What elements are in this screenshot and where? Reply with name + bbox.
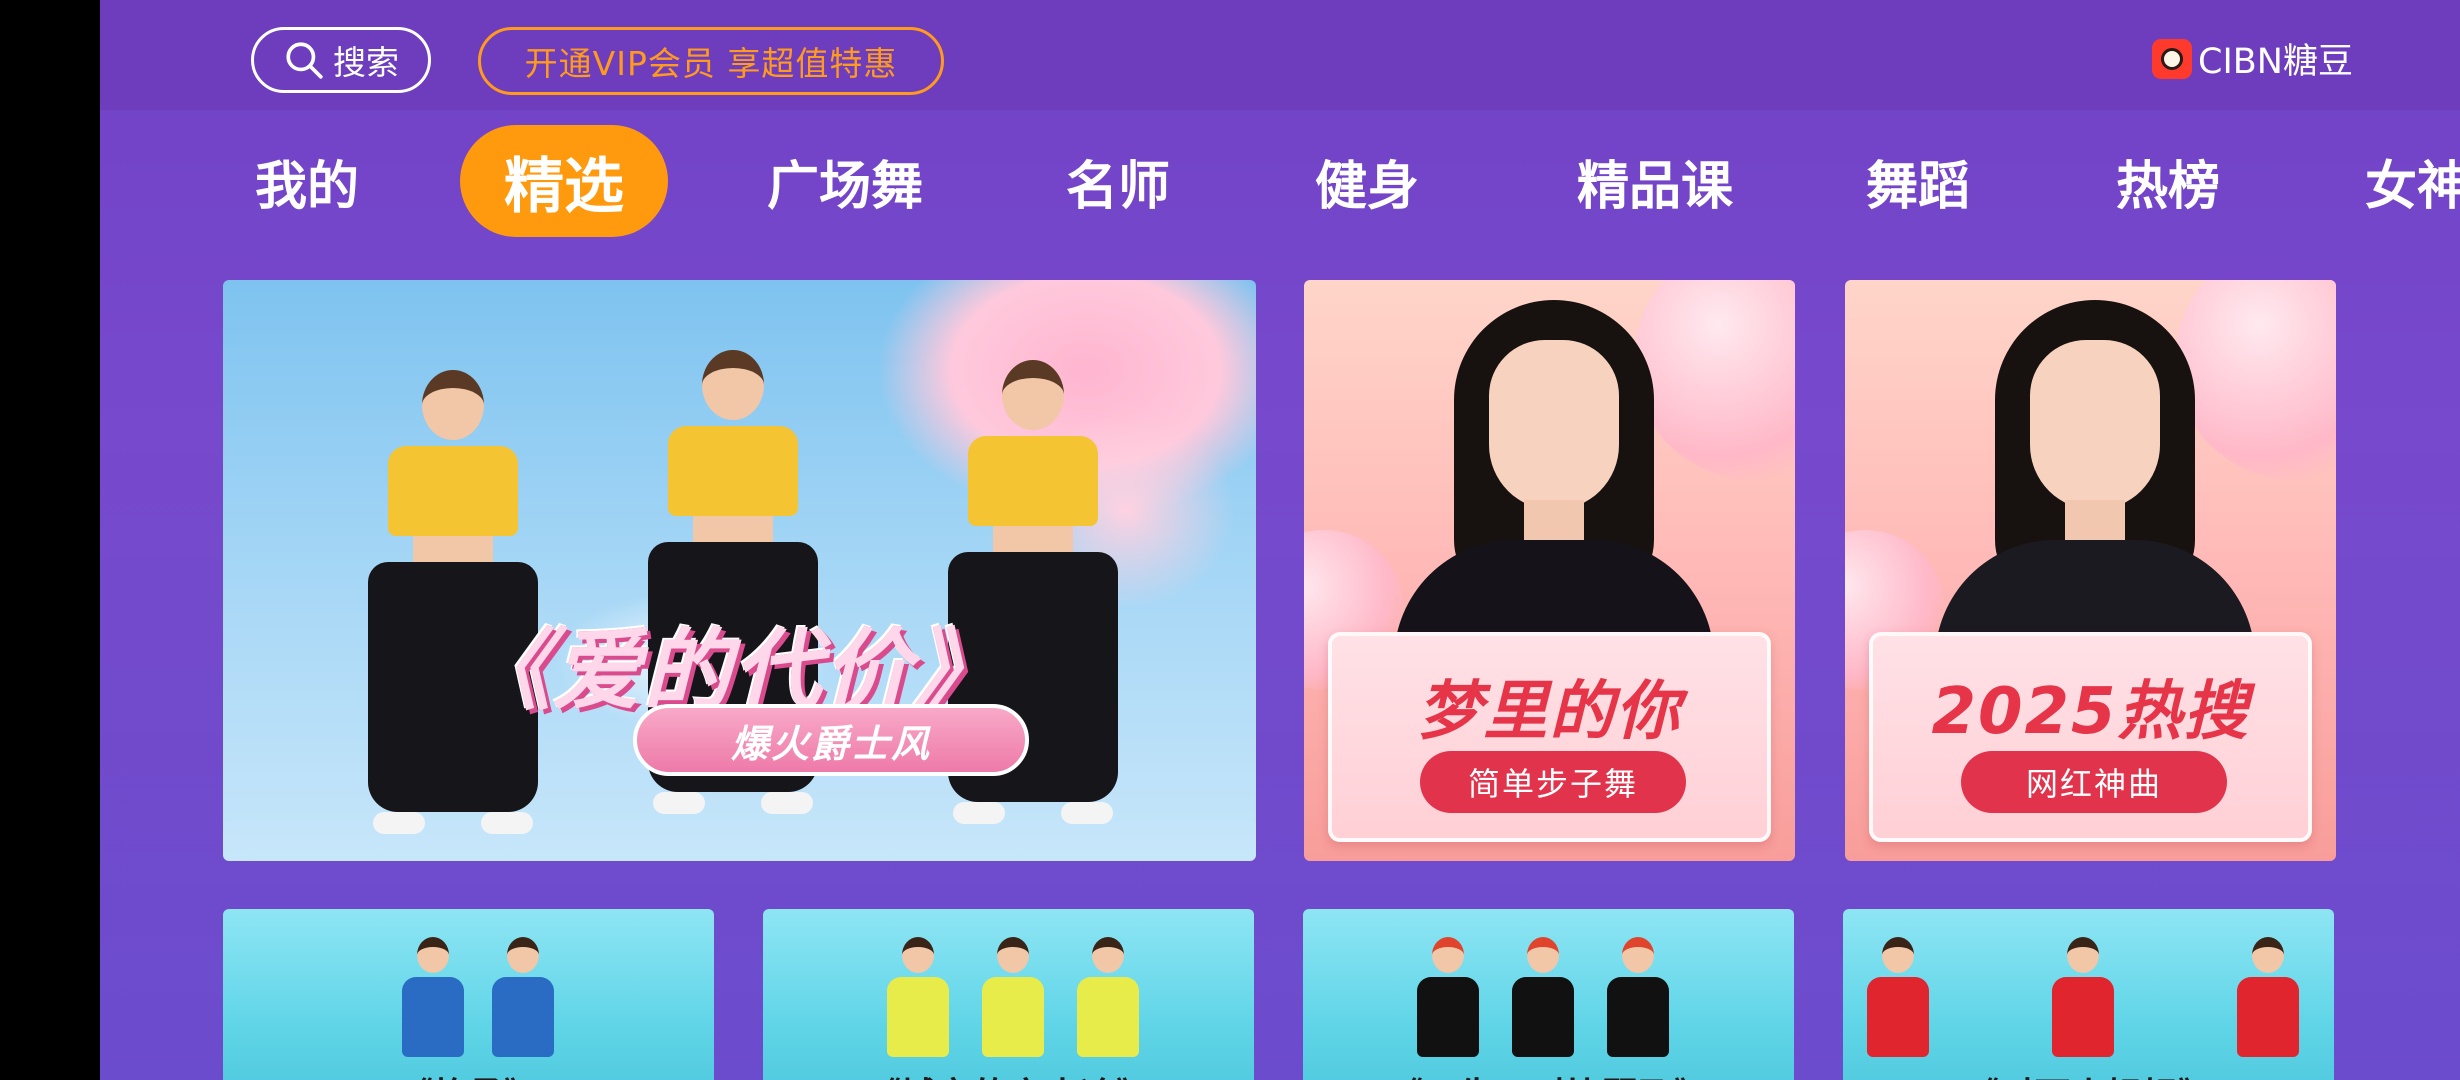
- dancer-figure: [1073, 937, 1143, 1057]
- dancer-figure: [1863, 937, 1933, 1057]
- promo-card[interactable]: 梦里的你 简单步子舞: [1304, 280, 1795, 861]
- hero-tag: 爆火爵士风: [633, 704, 1029, 776]
- thumbnail-title: 《城市的夜太冷》: [763, 1067, 1254, 1080]
- tab-label: 精选: [504, 151, 624, 222]
- dancer-figure: [2233, 937, 2303, 1057]
- thumbnail-title: 《格桑》: [223, 1067, 714, 1080]
- tab-dance[interactable]: 舞蹈: [1855, 125, 1981, 237]
- tab-label: 名师: [1065, 156, 1170, 217]
- tab-mine[interactable]: 我的: [244, 125, 370, 237]
- vip-button[interactable]: 开通VIP会员 享超值特惠: [478, 27, 944, 95]
- video-thumbnail[interactable]: 《对面小姐姐》: [1843, 909, 2334, 1080]
- teacher-portrait: [1935, 300, 2255, 700]
- tab-label: 热榜: [2115, 156, 2220, 217]
- thumbnail-title: 《天生一对比翼飞》: [1303, 1067, 1794, 1080]
- video-thumbnail[interactable]: 《城市的夜太冷》: [763, 909, 1254, 1080]
- tab-square-dance[interactable]: 广场舞: [750, 125, 940, 237]
- video-thumbnail[interactable]: 《天生一对比翼飞》: [1303, 909, 1794, 1080]
- tab-label: 广场舞: [766, 156, 923, 217]
- logo-icon: [2152, 38, 2192, 79]
- search-icon: [286, 42, 323, 79]
- category-tabs: 我的 精选 广场舞 名师 健身 精品课 舞蹈 热榜 女神: [100, 125, 2460, 237]
- video-thumbnail[interactable]: 《格桑》: [223, 909, 714, 1080]
- tab-label: 我的: [254, 156, 359, 217]
- dancer-figure: [2048, 937, 2118, 1057]
- thumbnail-title: 《对面小姐姐》: [1843, 1067, 2334, 1080]
- promo-caption: 2025热搜 网红神曲: [1869, 632, 2312, 842]
- promo-title: 梦里的你: [1417, 675, 1682, 749]
- dancer-figure: [488, 937, 558, 1057]
- tab-label: 精品课: [1576, 156, 1733, 217]
- dancer-figure: [883, 937, 953, 1057]
- tab-featured[interactable]: 精选: [460, 125, 668, 237]
- promo-card[interactable]: 2025热搜 网红神曲: [1845, 280, 2336, 861]
- tab-famous-teachers[interactable]: 名师: [1055, 125, 1181, 237]
- tab-label: 舞蹈: [1865, 156, 1970, 217]
- app-screen: 搜索 开通VIP会员 享超值特惠 CIBN糖豆 我的 精选 广场舞 名师 健身 …: [100, 0, 2460, 1080]
- tab-fitness[interactable]: 健身: [1304, 125, 1430, 237]
- search-button[interactable]: 搜索: [251, 27, 431, 93]
- tab-goddess[interactable]: 女神: [2365, 125, 2460, 237]
- dancer-figure: [1603, 937, 1673, 1057]
- tab-hot-list[interactable]: 热榜: [2105, 125, 2231, 237]
- logo-text: CIBN糖豆: [2198, 42, 2353, 82]
- hero-banner[interactable]: 《爱的代价》 爆火爵士风: [223, 280, 1256, 861]
- search-label: 搜索: [333, 43, 399, 82]
- vip-label: 开通VIP会员 享超值特惠: [524, 44, 898, 83]
- dancer-figure: [1413, 937, 1483, 1057]
- teacher-portrait: [1394, 300, 1714, 700]
- tab-premium-courses[interactable]: 精品课: [1560, 125, 1750, 237]
- dancer-figure: [978, 937, 1048, 1057]
- brand-logo: CIBN糖豆: [2152, 33, 2353, 84]
- tab-label: 女神: [2365, 156, 2460, 217]
- tab-label: 健身: [1314, 156, 1419, 217]
- top-bar: 搜索 开通VIP会员 享超值特惠 CIBN糖豆: [100, 0, 2460, 110]
- promo-title: 2025热搜: [1931, 675, 2250, 749]
- promo-caption: 梦里的你 简单步子舞: [1328, 632, 1771, 842]
- dancer-figure: [398, 937, 468, 1057]
- promo-tag: 简单步子舞: [1420, 751, 1686, 813]
- dancer-figure: [1508, 937, 1578, 1057]
- promo-tag: 网红神曲: [1961, 751, 2227, 813]
